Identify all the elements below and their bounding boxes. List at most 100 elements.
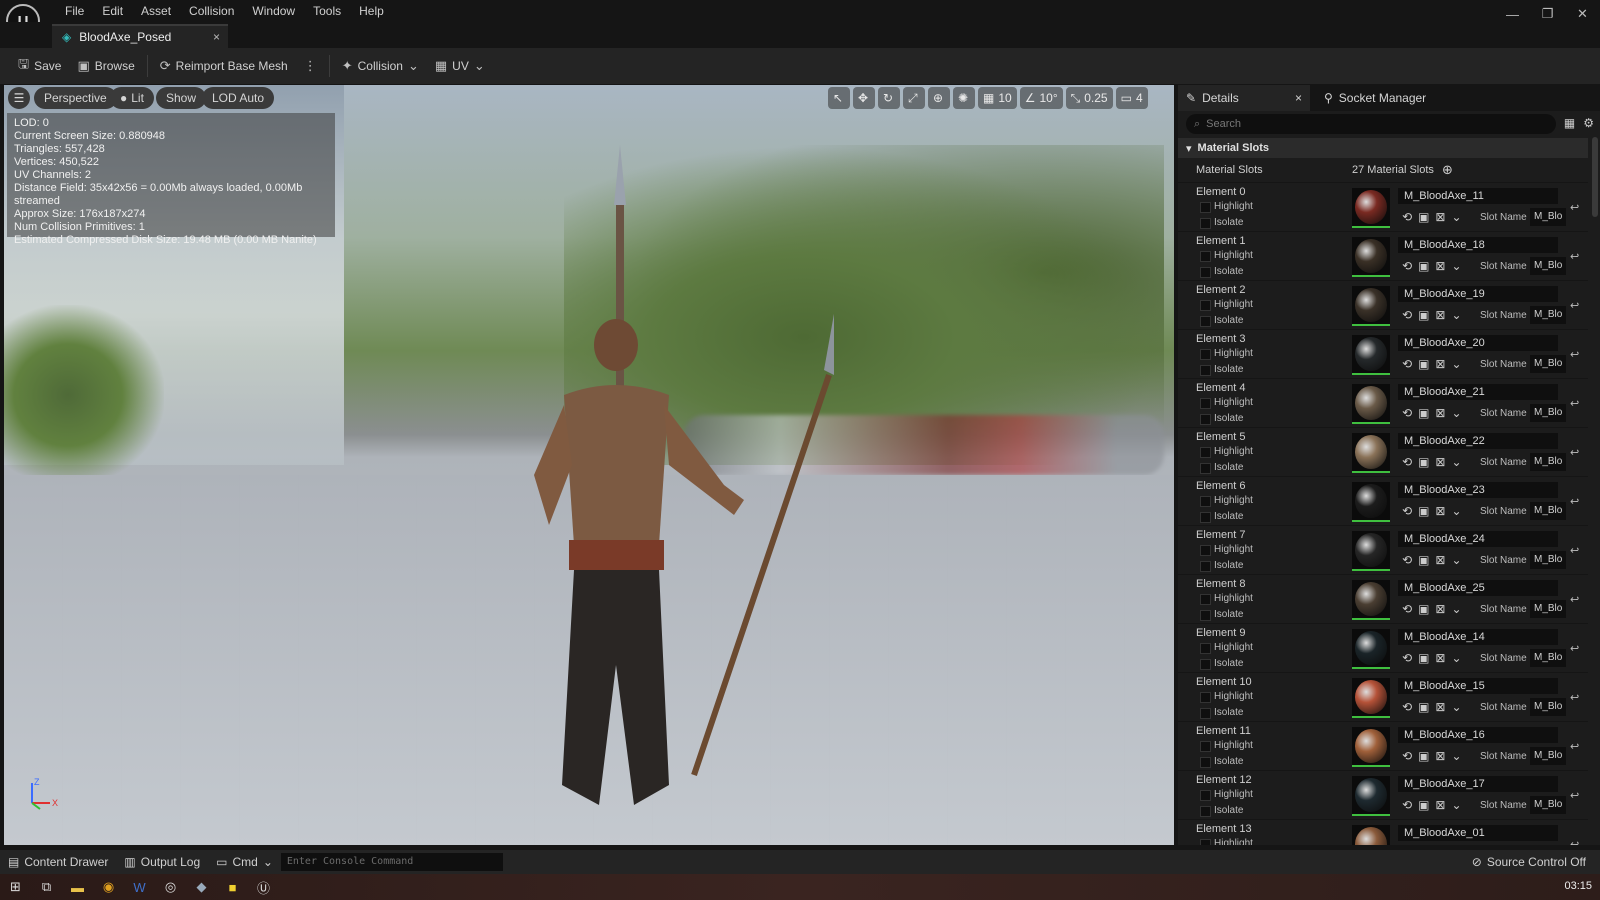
material-name-field[interactable]: M_BloodAxe_23 — [1398, 482, 1558, 498]
close-tab-icon[interactable]: × — [213, 30, 220, 44]
use-selected-icon[interactable]: ⟲ — [1402, 357, 1412, 371]
reset-to-default-icon[interactable]: ↩ — [1570, 593, 1579, 606]
chevron-down-icon[interactable]: ⌄ — [1451, 504, 1461, 518]
browse-folder-icon[interactable]: ▣ — [1418, 455, 1429, 469]
slot-name-field[interactable]: M_Blo — [1530, 404, 1566, 422]
slot-name-field[interactable]: M_Blo — [1530, 355, 1566, 373]
perspective-button[interactable]: Perspective — [34, 87, 117, 109]
menu-tools[interactable]: Tools — [304, 3, 350, 19]
menu-window[interactable]: Window — [243, 3, 304, 19]
material-thumbnail[interactable] — [1352, 482, 1390, 522]
material-options-icon[interactable]: ⊠ — [1435, 308, 1445, 322]
use-selected-icon[interactable]: ⟲ — [1402, 455, 1412, 469]
material-options-icon[interactable]: ⊠ — [1435, 553, 1445, 567]
material-thumbnail[interactable] — [1352, 237, 1390, 277]
material-thumbnail[interactable] — [1352, 580, 1390, 620]
browse-folder-icon[interactable]: ▣ — [1418, 308, 1429, 322]
highlight-checkbox[interactable] — [1200, 741, 1211, 752]
material-thumbnail[interactable] — [1352, 335, 1390, 375]
material-thumbnail[interactable] — [1352, 286, 1390, 326]
browse-folder-icon[interactable]: ▣ — [1418, 406, 1429, 420]
slot-name-field[interactable]: M_Blo — [1530, 796, 1566, 814]
browse-button[interactable]: ▣ Browse — [69, 53, 142, 79]
output-log-button[interactable]: ▥ Output Log — [116, 850, 208, 874]
material-name-field[interactable]: M_BloodAxe_22 — [1398, 433, 1558, 449]
browse-folder-icon[interactable]: ▣ — [1418, 749, 1429, 763]
file-explorer-icon[interactable]: ▬ — [62, 874, 93, 900]
material-name-field[interactable]: M_BloodAxe_18 — [1398, 237, 1558, 253]
material-thumbnail[interactable] — [1352, 678, 1390, 718]
viewport-menu-button[interactable]: ☰ — [8, 87, 30, 109]
browse-folder-icon[interactable]: ▣ — [1418, 553, 1429, 567]
close-details-tab-icon[interactable]: × — [1295, 91, 1302, 105]
reset-to-default-icon[interactable]: ↩ — [1570, 495, 1579, 508]
material-thumbnail[interactable] — [1352, 776, 1390, 816]
document-tab[interactable]: ◈ BloodAxe_Posed × — [52, 24, 228, 48]
chrome-icon[interactable]: ◉ — [93, 874, 124, 900]
highlight-checkbox[interactable] — [1200, 790, 1211, 801]
chevron-down-icon[interactable]: ⌄ — [1451, 602, 1461, 616]
material-options-icon[interactable]: ⊠ — [1435, 651, 1445, 665]
sticky-notes-icon[interactable]: ■ — [217, 874, 248, 900]
isolate-checkbox[interactable] — [1200, 512, 1211, 523]
highlight-checkbox[interactable] — [1200, 692, 1211, 703]
show-button[interactable]: Show — [156, 87, 207, 109]
reset-to-default-icon[interactable]: ↩ — [1570, 544, 1579, 557]
highlight-checkbox[interactable] — [1200, 545, 1211, 556]
highlight-checkbox[interactable] — [1200, 202, 1211, 213]
use-selected-icon[interactable]: ⟲ — [1402, 308, 1412, 322]
chevron-down-icon[interactable]: ⌄ — [1451, 406, 1461, 420]
isolate-checkbox[interactable] — [1200, 414, 1211, 425]
tab-details[interactable]: ✎ Details × — [1178, 85, 1310, 111]
browse-folder-icon[interactable]: ▣ — [1418, 651, 1429, 665]
app-icon[interactable]: ◆ — [186, 874, 217, 900]
highlight-checkbox[interactable] — [1200, 251, 1211, 262]
material-thumbnail[interactable] — [1352, 531, 1390, 571]
material-options-icon[interactable]: ⊠ — [1435, 406, 1445, 420]
translate-tool-icon[interactable]: ✥ — [853, 87, 875, 109]
highlight-checkbox[interactable] — [1200, 496, 1211, 507]
highlight-checkbox[interactable] — [1200, 398, 1211, 409]
material-thumbnail[interactable] — [1352, 727, 1390, 767]
steam-icon[interactable]: ◎ — [155, 874, 186, 900]
source-control-button[interactable]: ⊘ Source Control Off — [1464, 850, 1594, 874]
browse-folder-icon[interactable]: ▣ — [1418, 798, 1429, 812]
table-view-icon[interactable]: ▦ — [1564, 116, 1575, 130]
menu-collision[interactable]: Collision — [180, 3, 243, 19]
reset-to-default-icon[interactable]: ↩ — [1570, 789, 1579, 802]
chevron-down-icon[interactable]: ⌄ — [1451, 357, 1461, 371]
material-name-field[interactable]: M_BloodAxe_24 — [1398, 531, 1558, 547]
reset-to-default-icon[interactable]: ↩ — [1570, 838, 1579, 845]
details-search-input[interactable]: ⌕ Search — [1186, 114, 1556, 134]
isolate-checkbox[interactable] — [1200, 806, 1211, 817]
material-options-icon[interactable]: ⊠ — [1435, 700, 1445, 714]
rotate-tool-icon[interactable]: ↻ — [878, 87, 900, 109]
highlight-checkbox[interactable] — [1200, 447, 1211, 458]
chevron-down-icon[interactable]: ⌄ — [1451, 210, 1461, 224]
material-options-icon[interactable]: ⊠ — [1435, 602, 1445, 616]
save-button[interactable]: 🖫 Save — [10, 53, 69, 79]
material-name-field[interactable]: M_BloodAxe_11 — [1398, 188, 1558, 204]
task-view-icon[interactable]: ⧉ — [31, 874, 62, 900]
settings-gear-icon[interactable]: ⚙ — [1583, 116, 1594, 130]
reset-to-default-icon[interactable]: ↩ — [1570, 446, 1579, 459]
lod-button[interactable]: LOD Auto — [202, 87, 275, 109]
slot-name-field[interactable]: M_Blo — [1530, 257, 1566, 275]
camera-speed-button[interactable]: ▭ 4 — [1115, 87, 1148, 109]
menu-file[interactable]: File — [56, 3, 93, 19]
isolate-checkbox[interactable] — [1200, 365, 1211, 376]
isolate-checkbox[interactable] — [1200, 316, 1211, 327]
scale-snap-button[interactable]: ⤡ 0.25 — [1065, 87, 1113, 109]
browse-folder-icon[interactable]: ▣ — [1418, 602, 1429, 616]
reset-to-default-icon[interactable]: ↩ — [1570, 642, 1579, 655]
material-thumbnail[interactable] — [1352, 384, 1390, 424]
use-selected-icon[interactable]: ⟲ — [1402, 504, 1412, 518]
highlight-checkbox[interactable] — [1200, 839, 1211, 845]
uv-dropdown[interactable]: ▦ UV ⌄ — [427, 53, 493, 79]
isolate-checkbox[interactable] — [1200, 267, 1211, 278]
word-icon[interactable]: W — [124, 874, 155, 900]
use-selected-icon[interactable]: ⟲ — [1402, 259, 1412, 273]
slot-name-field[interactable]: M_Blo — [1530, 453, 1566, 471]
material-options-icon[interactable]: ⊠ — [1435, 259, 1445, 273]
slot-name-field[interactable]: M_Blo — [1530, 502, 1566, 520]
